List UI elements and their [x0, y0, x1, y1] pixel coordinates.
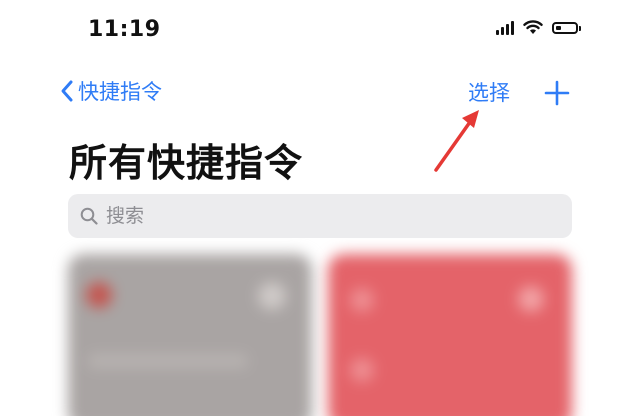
battery-level-fill	[556, 25, 561, 30]
select-button[interactable]: 选择	[468, 77, 510, 107]
status-icons	[496, 20, 581, 35]
shortcut-card[interactable]	[68, 254, 312, 416]
phone-screen: 11:19 快捷指令 选择 所有快捷指令	[44, 0, 598, 416]
back-button-label: 快捷指令	[78, 80, 162, 104]
search-bar[interactable]	[68, 194, 572, 238]
search-icon	[80, 207, 98, 225]
chevron-left-icon	[61, 80, 73, 102]
shortcut-card[interactable]	[328, 254, 572, 416]
plus-icon	[544, 80, 570, 106]
page-title: 所有快捷指令	[69, 141, 304, 185]
cellular-signal-icon	[496, 20, 514, 35]
wifi-icon	[523, 20, 543, 34]
search-input[interactable]	[104, 204, 548, 228]
back-button[interactable]: 快捷指令	[60, 76, 162, 106]
status-time: 11:19	[88, 17, 161, 42]
add-shortcut-button[interactable]	[544, 80, 570, 110]
battery-icon	[552, 21, 581, 34]
